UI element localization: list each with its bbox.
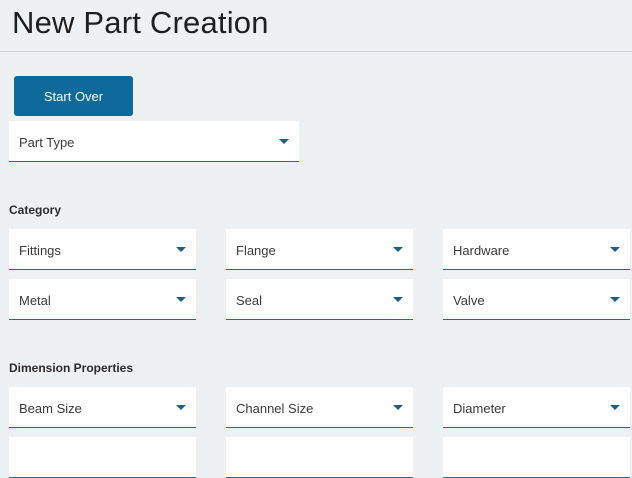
chevron-down-icon — [176, 297, 186, 302]
select-label: Fittings — [19, 243, 61, 258]
dimension-properties-heading: Dimension Properties — [9, 361, 134, 375]
chevron-down-icon — [610, 405, 620, 410]
start-over-button[interactable]: Start Over — [14, 76, 133, 116]
page-header: New Part Creation — [0, 0, 632, 52]
select-label: Channel Size — [236, 401, 314, 416]
category-select-flange[interactable]: Flange — [226, 229, 413, 270]
select-label: Valve — [453, 293, 485, 308]
category-select-fittings[interactable]: Fittings — [9, 229, 196, 270]
chevron-down-icon — [393, 247, 403, 252]
select-label: Beam Size — [19, 401, 82, 416]
chevron-down-icon — [393, 405, 403, 410]
chevron-down-icon — [610, 247, 620, 252]
page-title: New Part Creation — [12, 5, 269, 40]
chevron-down-icon — [176, 405, 186, 410]
select-label: Hardware — [453, 243, 510, 258]
dimension-select-beam-size[interactable]: Beam Size — [9, 387, 196, 428]
chevron-down-icon — [279, 139, 289, 144]
dimension-select-diameter[interactable]: Diameter — [443, 387, 630, 428]
select-label: Seal — [236, 293, 263, 308]
chevron-down-icon — [393, 297, 403, 302]
chevron-down-icon — [176, 247, 186, 252]
select-label: Diameter — [453, 401, 506, 416]
dimension-select[interactable] — [443, 437, 630, 478]
category-heading: Category — [9, 203, 62, 217]
dimension-select-channel-size[interactable]: Channel Size — [226, 387, 413, 428]
chevron-down-icon — [610, 297, 620, 302]
category-select-valve[interactable]: Valve — [443, 279, 630, 320]
select-label: Metal — [19, 293, 51, 308]
category-select-seal[interactable]: Seal — [226, 279, 413, 320]
part-type-label: Part Type — [19, 135, 75, 150]
category-select-hardware[interactable]: Hardware — [443, 229, 630, 270]
category-select-metal[interactable]: Metal — [9, 279, 196, 320]
part-type-select[interactable]: Part Type — [9, 121, 299, 162]
dimension-select[interactable] — [226, 437, 413, 478]
select-label: Flange — [236, 243, 276, 258]
dimension-select[interactable] — [9, 437, 196, 478]
